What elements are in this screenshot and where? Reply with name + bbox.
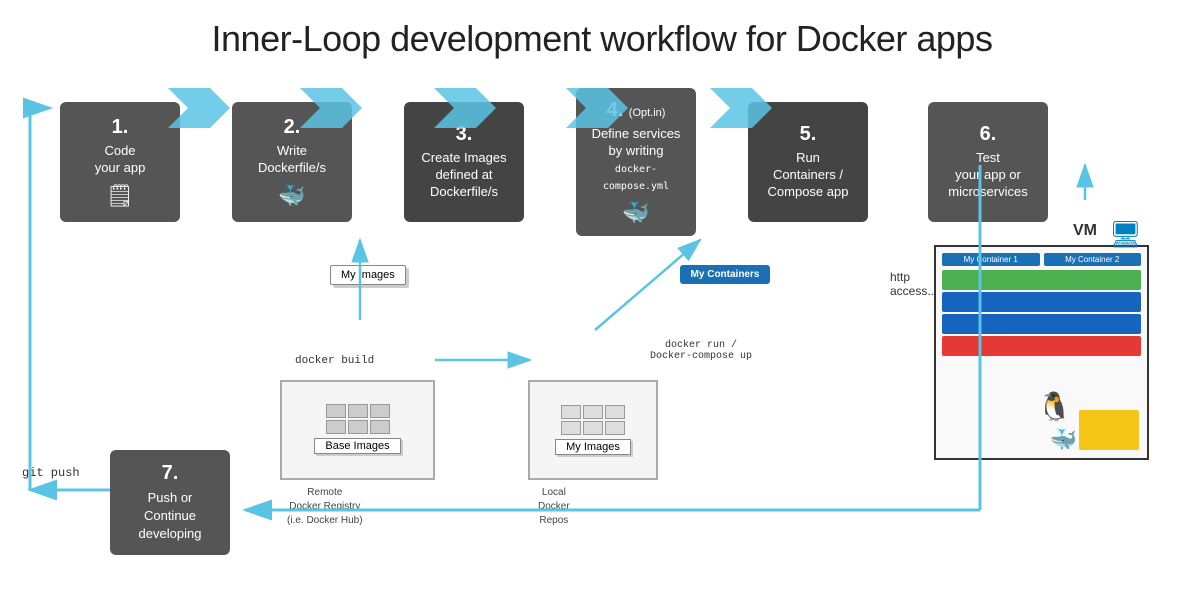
arrow1 bbox=[180, 137, 232, 187]
step4-box: 4. (Opt.in) Define servicesby writingdoc… bbox=[576, 88, 696, 236]
local-repos-text: LocalDockerRepos bbox=[538, 486, 570, 528]
step2-label: WriteDockerfile/s bbox=[258, 143, 326, 177]
my-images-local-label: My Images bbox=[555, 439, 631, 455]
step7-num: 7. bbox=[162, 462, 179, 485]
arrow4 bbox=[696, 137, 748, 187]
step5-label: RunContainers /Compose app bbox=[768, 150, 849, 201]
docker-run-label: docker run /Docker-compose up bbox=[650, 340, 752, 362]
docker-build-label: docker build bbox=[295, 355, 374, 367]
step1-label: Codeyour app bbox=[95, 143, 146, 177]
base-images-label: Base Images bbox=[314, 438, 400, 454]
step3-box: 3. Create Imagesdefined atDockerfile/s bbox=[404, 102, 524, 222]
monitor-icon: 🖥 bbox=[1109, 219, 1142, 250]
step6-label: Testyour app ormicroservices bbox=[948, 150, 1027, 201]
vm-box: VM 🖥 My Container 1 My Container 2 🐧 🐳 bbox=[934, 245, 1149, 460]
page-title: Inner-Loop development workflow for Dock… bbox=[0, 0, 1204, 70]
step1-num: 1. bbox=[112, 115, 129, 139]
docker-whale-icon: 🐳 bbox=[1050, 427, 1077, 453]
step3-label: Create Imagesdefined atDockerfile/s bbox=[421, 150, 506, 201]
vm-label: VM bbox=[1073, 222, 1097, 240]
step7-box: 7. Push orContinuedeveloping bbox=[110, 450, 230, 555]
step2-icon: 🐳 bbox=[278, 183, 305, 209]
my-containers: My Containers bbox=[680, 265, 770, 284]
step5-box: 5. RunContainers /Compose app bbox=[748, 102, 868, 222]
arrow3 bbox=[524, 137, 576, 187]
arrow5 bbox=[868, 137, 920, 187]
color-block-yellow bbox=[1079, 410, 1139, 450]
git-push-label: git push bbox=[22, 466, 80, 480]
remote-registry-text: RemoteDocker Registry(i.e. Docker Hub) bbox=[287, 486, 363, 528]
step6-box: 6. Testyour app ormicroservices bbox=[928, 102, 1048, 222]
step1-icon: 🗒 bbox=[106, 183, 134, 209]
color-block-blue2 bbox=[942, 314, 1141, 334]
step6-num: 6. bbox=[980, 122, 997, 146]
container2-header: My Container 2 bbox=[1044, 253, 1142, 266]
http-access-label: httpaccess... bbox=[890, 270, 937, 298]
step4-num: 4. (Opt.in) bbox=[607, 98, 666, 122]
step1-box: 1. Codeyour app 🗒 bbox=[60, 102, 180, 222]
linux-penguin-icon: 🐧 bbox=[1037, 390, 1072, 423]
container1-header: My Container 1 bbox=[942, 253, 1040, 266]
remote-registry-box: Base Images bbox=[280, 380, 435, 480]
step4-label: Define servicesby writingdocker-compose.… bbox=[584, 126, 688, 194]
step4-icon: 🐳 bbox=[622, 200, 649, 226]
local-repos-box: My Images bbox=[528, 380, 658, 480]
color-block-blue bbox=[942, 292, 1141, 312]
step2-box: 2. WriteDockerfile/s 🐳 bbox=[232, 102, 352, 222]
color-block-red bbox=[942, 336, 1141, 356]
arrow2 bbox=[352, 137, 404, 187]
step5-num: 5. bbox=[800, 122, 817, 146]
step3-num: 3. bbox=[456, 122, 473, 146]
step7-label: Push orContinuedeveloping bbox=[139, 489, 202, 544]
my-images-top: My Images bbox=[330, 265, 406, 285]
step2-num: 2. bbox=[284, 115, 301, 139]
color-block-green bbox=[942, 270, 1141, 290]
